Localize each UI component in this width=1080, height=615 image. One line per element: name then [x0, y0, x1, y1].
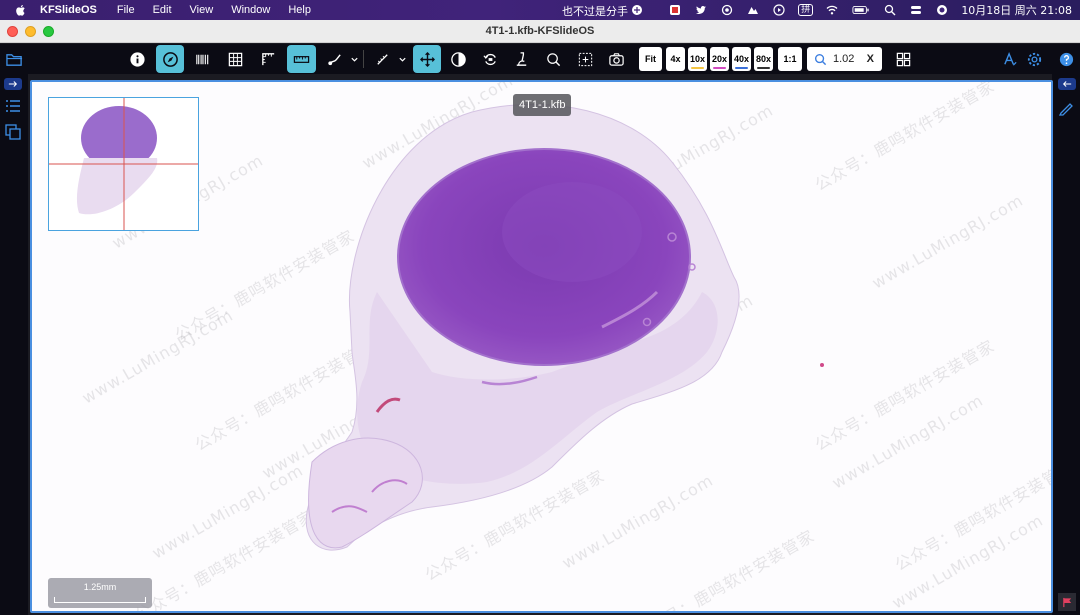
expand-left-panel-icon[interactable]: [4, 78, 22, 90]
zoom-4x-label: 4x: [670, 54, 681, 64]
control-center-icon[interactable]: [909, 4, 923, 16]
window-title-bar: 4T1-1.kfb-KFSlideOS: [0, 20, 1080, 43]
main-toolbar: Fit 4x 10x 20x 40x 80x 1:1 1.02 X: [0, 44, 1080, 74]
zoom-10x-label: 10x: [689, 54, 706, 64]
menu-view[interactable]: View: [190, 4, 214, 16]
menu-help[interactable]: Help: [288, 4, 311, 16]
region-snapshot-button[interactable]: [571, 45, 599, 73]
microscope-button[interactable]: [507, 45, 535, 73]
annotation-dropdown-chevron-icon[interactable]: [347, 45, 361, 73]
zoom-value[interactable]: 1.02: [833, 53, 854, 65]
zoom-1-to-1-button[interactable]: 1:1: [778, 47, 802, 71]
zoom-input[interactable]: 1.02 X: [807, 47, 882, 71]
zoom-10x-button[interactable]: 10x: [688, 47, 707, 71]
vpn-icon[interactable]: [630, 4, 644, 16]
right-sidebar: [1052, 74, 1080, 615]
zoom-4x-button[interactable]: 4x: [666, 47, 685, 71]
search-icon: [814, 53, 827, 65]
open-file-button[interactable]: [0, 45, 28, 73]
slide-list-icon[interactable]: [3, 96, 23, 116]
grid-button[interactable]: [221, 45, 249, 73]
menu-bar: KFSlideOS File Edit View Window Help 也不过…: [0, 0, 1080, 20]
left-sidebar: [0, 74, 28, 615]
pen-icon[interactable]: [1056, 98, 1076, 118]
layout-panels-button[interactable]: [889, 45, 917, 73]
zoom-80x-color-bar: [757, 67, 770, 69]
scale-bar-line: [54, 597, 146, 603]
siri-icon[interactable]: [935, 4, 949, 16]
zoom-10x-color-bar: [691, 67, 704, 69]
barcode-label-button[interactable]: [188, 45, 216, 73]
zoom-20x-button[interactable]: 20x: [710, 47, 729, 71]
zoom-fit-button[interactable]: Fit: [639, 47, 662, 71]
menu-file[interactable]: File: [117, 4, 135, 16]
zoom-40x-button[interactable]: 40x: [732, 47, 751, 71]
slide-viewport[interactable]: www.LuMingRJ.com www.LuMingRJ.com www.Lu…: [30, 80, 1053, 613]
corner-ruler-button[interactable]: [254, 45, 282, 73]
menu-edit[interactable]: Edit: [153, 4, 172, 16]
zoom-80x-button[interactable]: 80x: [754, 47, 773, 71]
slide-file-label: 4T1-1.kfb: [513, 94, 572, 116]
annotation-brush-button[interactable]: [320, 45, 348, 73]
mountain-icon[interactable]: [746, 4, 760, 16]
menu-window[interactable]: Window: [231, 4, 270, 16]
contrast-adjust-button[interactable]: [444, 45, 472, 73]
help-icon[interactable]: [1052, 45, 1080, 73]
scale-bar: 1.25mm: [48, 578, 152, 608]
play-circle-icon[interactable]: [772, 4, 786, 16]
camera-screenshot-button[interactable]: [602, 45, 630, 73]
scale-ruler-button[interactable]: [287, 45, 316, 73]
measure-line-button[interactable]: [368, 45, 396, 73]
wifi-icon[interactable]: [825, 4, 839, 16]
zoom-20x-label: 20x: [711, 54, 728, 64]
rotate-sync-button[interactable]: [476, 45, 504, 73]
expand-right-panel-icon[interactable]: [1058, 78, 1076, 90]
minimap-thumbnail: [49, 98, 198, 230]
window-title: 4T1-1.kfb-KFSlideOS: [485, 25, 595, 37]
pan-move-button[interactable]: [413, 45, 441, 73]
zoom-fit-label: Fit: [645, 54, 656, 64]
zoom-1-to-1-label: 1:1: [783, 54, 797, 64]
apple-icon[interactable]: [14, 3, 28, 17]
menu-app-name[interactable]: KFSlideOS: [40, 4, 97, 16]
zoom-40x-label: 40x: [733, 54, 750, 64]
layers-icon[interactable]: [3, 122, 23, 142]
settings-gear-icon[interactable]: [1020, 45, 1048, 73]
overview-minimap[interactable]: [48, 97, 199, 231]
scale-bar-label: 1.25mm: [83, 582, 117, 592]
battery-icon[interactable]: [851, 4, 871, 16]
creative-cloud-icon[interactable]: [720, 4, 734, 16]
navigator-button[interactable]: [156, 45, 184, 73]
zoom-80x-label: 80x: [755, 54, 772, 64]
zoom-20x-color-bar: [713, 67, 726, 69]
measure-dropdown-chevron-icon[interactable]: [395, 45, 409, 73]
zoom-40x-color-bar: [735, 67, 748, 69]
input-method-icon[interactable]: 拼: [798, 4, 814, 16]
toolbar-divider: [363, 50, 364, 68]
info-button[interactable]: [123, 45, 151, 73]
menu-clock[interactable]: 10月18日 周六 21:08: [961, 2, 1072, 18]
magnifier-lens-button[interactable]: [539, 45, 567, 73]
twitter-icon[interactable]: [694, 4, 708, 16]
flag-icon[interactable]: [1058, 593, 1076, 611]
zoom-clear-button[interactable]: X: [867, 53, 874, 65]
spotlight-search-icon[interactable]: [883, 4, 897, 16]
screenshot-tool-icon[interactable]: [668, 4, 682, 16]
